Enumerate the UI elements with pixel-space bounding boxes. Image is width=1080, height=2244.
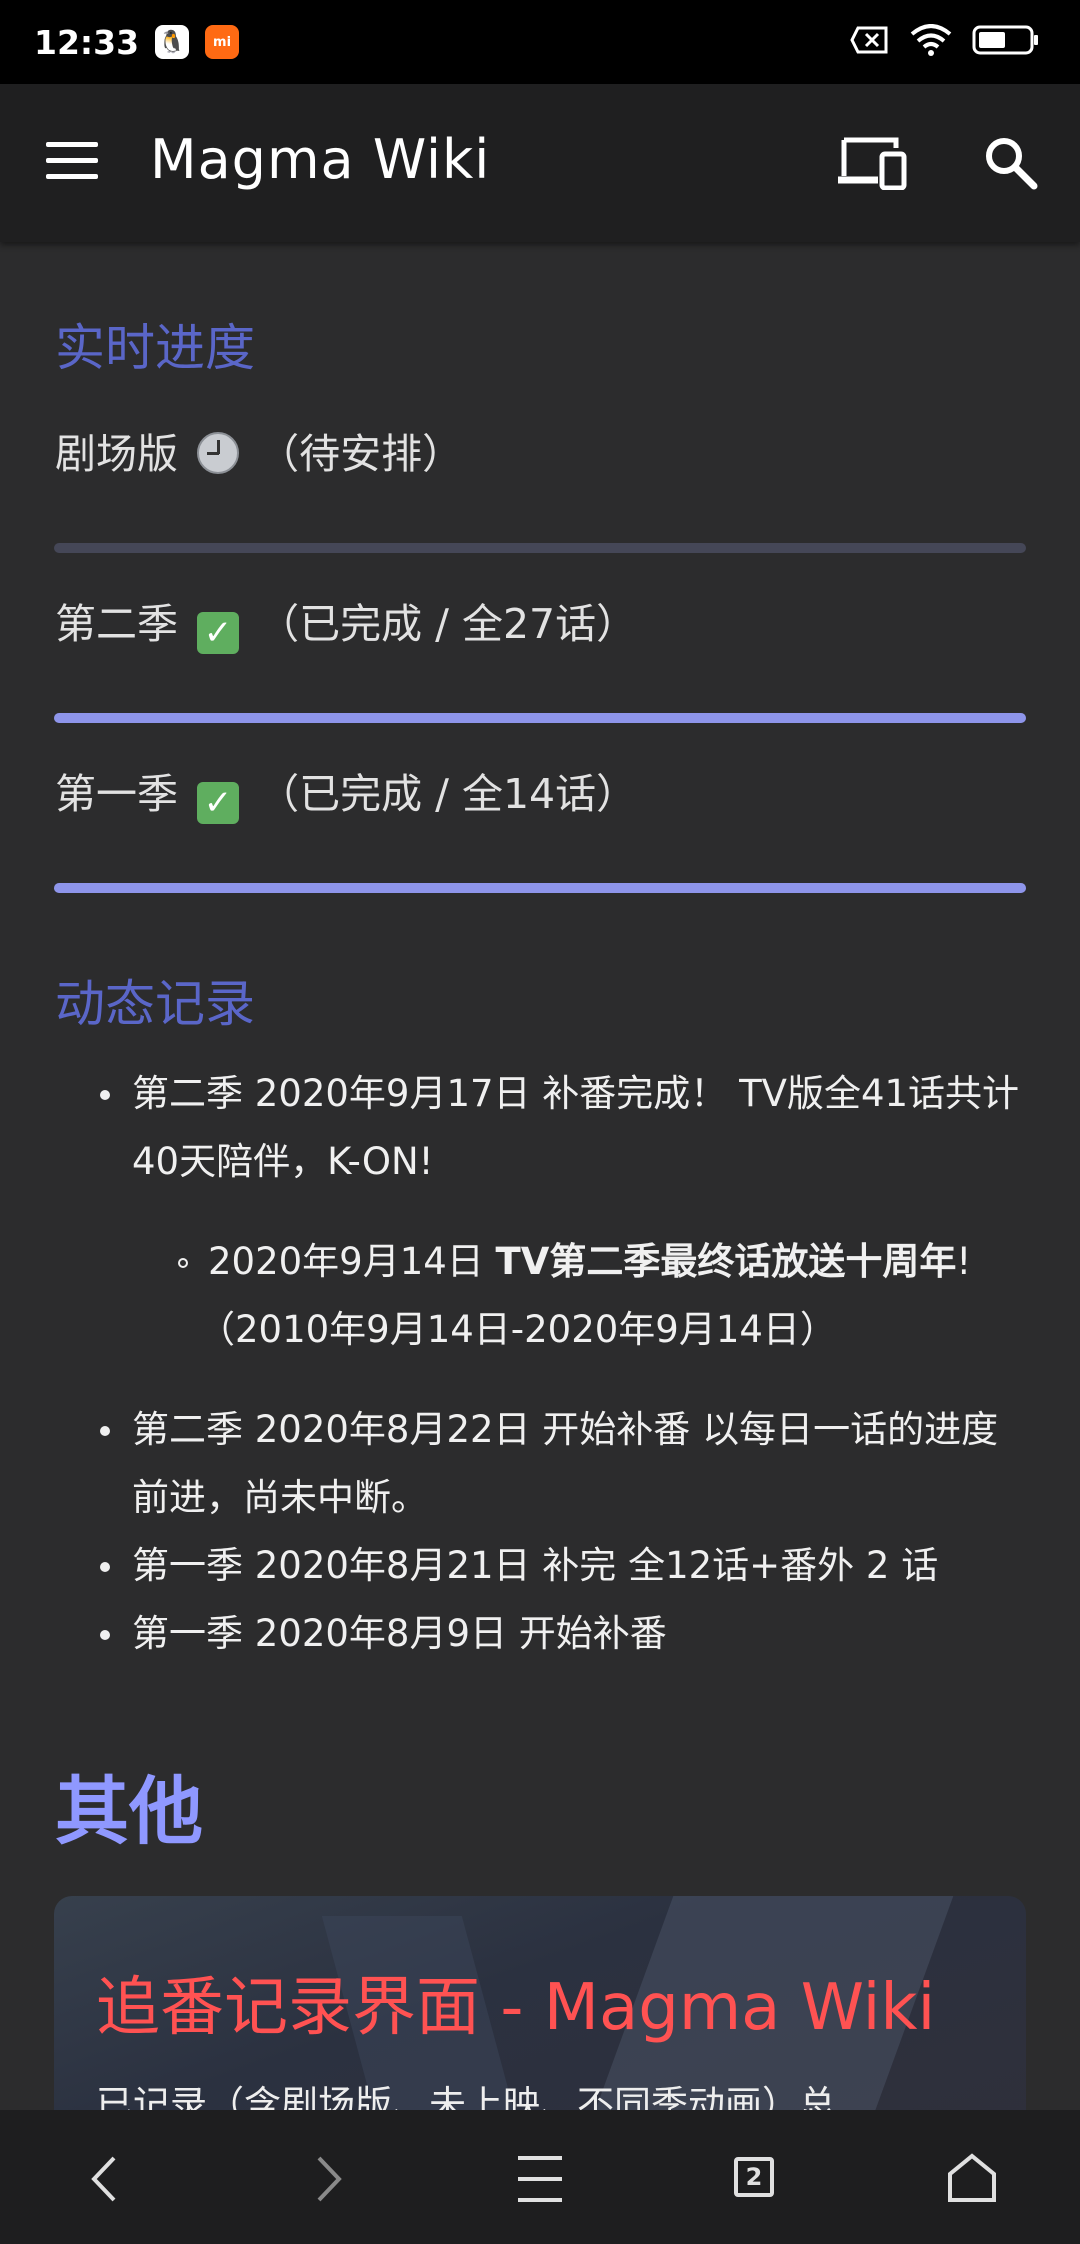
- home-icon[interactable]: [937, 2144, 1007, 2214]
- qq-icon: 🐧: [155, 25, 190, 59]
- progress-item-status: （已完成 / 全27话）: [258, 600, 638, 648]
- bottom-nav-bar: 2: [0, 2110, 1080, 2244]
- check-mark-icon: ✓: [197, 612, 240, 654]
- log-line: 第一季 2020年8月9日 开始补番: [132, 1612, 667, 1655]
- battery-icon: [972, 25, 1038, 55]
- progress-bar-movie: [54, 543, 1026, 553]
- progress-item-movie: 剧场版 （待安排）: [55, 420, 463, 480]
- check-mark-icon: ✓: [197, 782, 240, 824]
- log-line: 40天陪伴，K-ON!: [132, 1140, 434, 1183]
- app-bar: Magma Wiki: [0, 84, 1080, 242]
- progress-item-label: 剧场版: [55, 430, 178, 478]
- clock-icon: [197, 432, 240, 474]
- progress-item-label: 第二季: [55, 600, 178, 648]
- progress-heading: 实时进度: [55, 319, 255, 377]
- progress-item-status: （已完成 / 全14话）: [258, 770, 638, 818]
- progress-bar-season2: [54, 713, 1026, 723]
- progress-bar-fill: [54, 713, 1026, 723]
- page-title: Magma Wiki: [150, 128, 491, 191]
- card-title[interactable]: 追番记录界面 - Magma Wiki: [96, 1956, 935, 2048]
- log-line: 第二季 2020年9月17日 补番完成！ TV版全41话共计: [132, 1072, 1020, 1115]
- list-item: 第一季 2020年8月9日 开始补番: [100, 1600, 1032, 1668]
- list-item: 第二季 2020年9月17日 补番完成！ TV版全41话共计 40天陪伴，K-O…: [100, 1060, 1032, 1196]
- mi-icon: mi: [205, 25, 240, 59]
- progress-bar-season1: [54, 883, 1026, 893]
- progress-item-status: （待安排）: [258, 430, 464, 478]
- tab-count: 2: [734, 2157, 774, 2197]
- progress-item-label: 第一季: [55, 770, 178, 818]
- progress-item-season1: 第一季 ✓ （已完成 / 全14话）: [55, 760, 637, 824]
- progress-item-season2: 第二季 ✓ （已完成 / 全27话）: [55, 590, 637, 654]
- log-line: 第一季 2020年8月21日 补完 全12话+番外 2 话: [132, 1544, 939, 1587]
- progress-bar-fill: [54, 883, 1026, 893]
- log-bold: TV第二季最终话放送十周年: [495, 1240, 957, 1283]
- search-icon[interactable]: [982, 134, 1038, 190]
- back-icon[interactable]: [70, 2144, 140, 2214]
- log-line: 前进，尚未中断。: [132, 1476, 428, 1519]
- tabs-icon[interactable]: 2: [721, 2144, 791, 2214]
- list-item: 第二季 2020年8月22日 开始补番 以每日一话的进度 前进，尚未中断。: [100, 1396, 1032, 1532]
- wifi-icon: [910, 24, 952, 56]
- log-line: 2020年9月14日 TV第二季最终话放送十周年!: [208, 1240, 972, 1283]
- forward-icon[interactable]: [293, 2144, 363, 2214]
- log-line: （2010年9月14日-2020年9月14日）: [198, 1308, 837, 1351]
- list-item: 第一季 2020年8月21日 补完 全12话+番外 2 话: [100, 1532, 1032, 1600]
- status-bar: 12:33 🐧 mi: [0, 0, 1080, 84]
- other-heading: 其他: [55, 1769, 203, 1855]
- status-time: 12:33: [34, 22, 140, 62]
- log-line: 第二季 2020年8月22日 开始补番 以每日一话的进度: [132, 1408, 999, 1451]
- no-sim-icon: [850, 26, 888, 54]
- list-item: 2020年9月14日 TV第二季最终话放送十周年! （2010年9月14日-20…: [178, 1228, 1008, 1364]
- menu-icon[interactable]: [46, 142, 98, 182]
- log-heading: 动态记录: [55, 975, 255, 1033]
- menu-lines-icon[interactable]: [505, 2144, 575, 2214]
- devices-icon[interactable]: [838, 136, 908, 190]
